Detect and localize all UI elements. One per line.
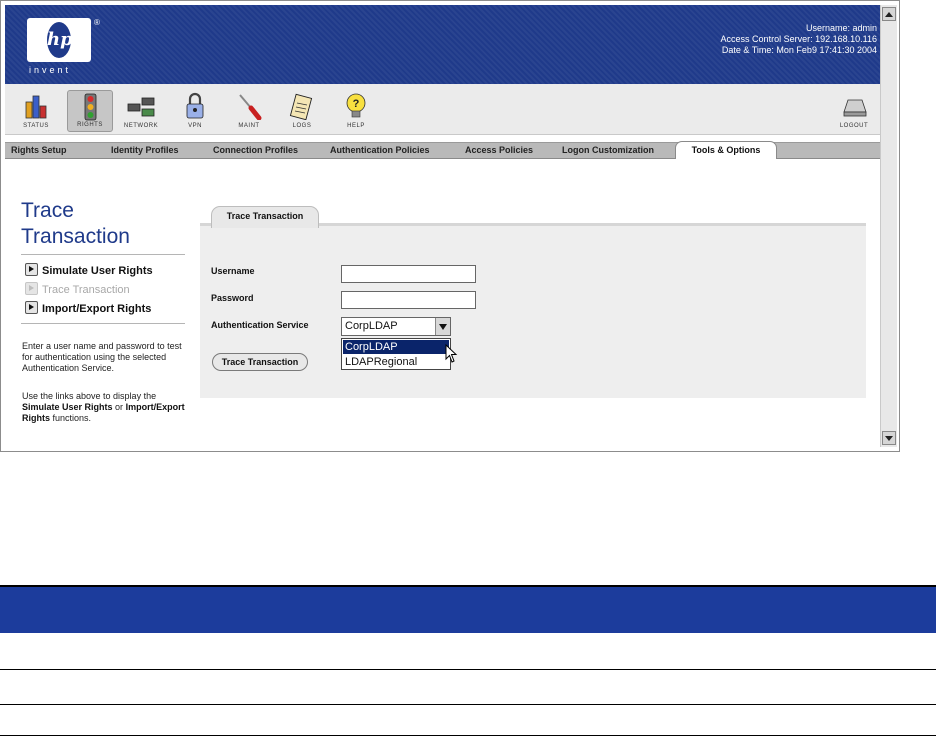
network-icon	[127, 97, 155, 117]
svg-text:?: ?	[353, 98, 360, 110]
section-nav: Rights Setup Identity Profiles Connectio…	[5, 141, 880, 159]
server-line: Access Control Server: 192.168.10.116	[720, 34, 877, 44]
username-line: Username: admin	[805, 23, 877, 33]
toolbar-rights-button[interactable]: RIGHTS	[67, 90, 113, 132]
datetime-value: Mon Feb9 17:41:30 2004	[776, 45, 877, 55]
auth-service-selected-value: CorpLDAP	[345, 320, 398, 332]
toolbar-help-label: HELP	[347, 123, 365, 129]
scroll-up-arrow-icon[interactable]	[882, 7, 896, 21]
lightbulb-help-icon: ?	[346, 93, 366, 118]
table-row-divider	[0, 704, 936, 705]
password-input[interactable]	[341, 291, 476, 309]
mouse-pointer-icon	[445, 344, 458, 363]
nav-tab-authentication-policies[interactable]: Authentication Policies	[330, 143, 430, 158]
auth-option-corpldap[interactable]: CorpLDAP	[343, 340, 449, 354]
server-value: 192.168.10.116	[815, 34, 877, 44]
sidebar-link-trace-transaction: Trace Transaction	[25, 282, 130, 296]
toolbar-maint-label: MAINT	[238, 123, 260, 129]
auth-service-select[interactable]: CorpLDAP	[341, 317, 451, 336]
browser-frame: hp ® invent Username: admin Access Contr…	[0, 0, 900, 452]
nav-tab-access-policies[interactable]: Access Policies	[465, 143, 533, 158]
scroll-down-arrow-icon[interactable]	[882, 431, 896, 445]
sidebar-description: Enter a user name and password to test f…	[22, 341, 182, 373]
datetime-line: Date & Time: Mon Feb9 17:41:30 2004	[721, 45, 877, 55]
toolbar-logout-button[interactable]: LOGOUT	[831, 90, 877, 132]
hp-logo: hp	[27, 18, 91, 62]
username-input[interactable]	[341, 265, 476, 283]
toolbar-logout-label: LOGOUT	[839, 123, 869, 129]
help-link-simulate: Simulate User Rights	[22, 402, 113, 412]
nav-tab-logon-customization[interactable]: Logon Customization	[562, 143, 654, 158]
toolbar-logs-label: LOGS	[292, 123, 312, 129]
sidebar-divider-bottom	[21, 323, 185, 324]
registered-mark: ®	[94, 18, 100, 27]
traffic-light-icon	[84, 93, 97, 121]
padlock-icon	[186, 92, 204, 119]
sidebar-link-simulate-user-rights[interactable]: Simulate User Rights	[25, 263, 153, 277]
auth-service-label: Authentication Service	[211, 320, 309, 330]
arrow-right-icon	[25, 282, 38, 295]
main-toolbar: STATUS RIGHTS NETWORK VPN MAINT LOGS ? H…	[5, 84, 880, 135]
nav-tab-connection-profiles[interactable]: Connection Profiles	[213, 143, 298, 158]
toolbar-vpn-label: VPN	[188, 123, 202, 129]
logo-tagline: invent	[29, 65, 72, 75]
nav-tab-rights-setup[interactable]: Rights Setup	[11, 143, 67, 158]
trace-transaction-button[interactable]: Trace Transaction	[212, 353, 308, 371]
username-label: Username	[211, 266, 255, 276]
sidebar-help-text: Use the links above to display the Simul…	[22, 391, 185, 423]
username-value: admin	[852, 23, 877, 33]
auth-option-ldapregional[interactable]: LDAPRegional	[343, 355, 449, 369]
table-header-bar	[0, 585, 936, 633]
trace-form-panel	[200, 223, 866, 398]
auth-service-dropdown: CorpLDAP LDAPRegional	[341, 338, 451, 370]
password-label: Password	[211, 293, 254, 303]
panel-tab-trace-transaction: Trace Transaction	[211, 206, 319, 228]
nav-tab-identity-profiles[interactable]: Identity Profiles	[111, 143, 179, 158]
toolbar-status-label: STATUS	[23, 123, 49, 129]
vertical-scrollbar[interactable]	[880, 5, 897, 447]
toolbar-network-label: NETWORK	[123, 123, 159, 129]
toolbar-vpn-button[interactable]: VPN	[172, 90, 218, 132]
nav-tab-tools-options[interactable]: Tools & Options	[675, 141, 777, 159]
page-title: Trace Transaction	[21, 199, 130, 248]
toolbar-maint-button[interactable]: MAINT	[226, 90, 272, 132]
clipboard-icon	[289, 93, 313, 120]
status-chart-icon	[25, 95, 47, 119]
toolbar-network-button[interactable]: NETWORK	[118, 90, 164, 132]
arrow-right-icon	[25, 301, 38, 314]
toolbar-rights-label: RIGHTS	[77, 122, 103, 128]
arrow-right-icon	[25, 263, 38, 276]
toolbar-status-button[interactable]: STATUS	[13, 90, 59, 132]
sidebar-divider-top	[21, 254, 185, 255]
toolbar-logs-button[interactable]: LOGS	[279, 90, 325, 132]
toolbar-help-button[interactable]: ? HELP	[333, 90, 379, 132]
screwdriver-icon	[239, 94, 262, 120]
logout-keyboard-icon	[843, 99, 867, 117]
table-row-divider	[0, 669, 936, 670]
chevron-down-icon[interactable]	[435, 318, 450, 335]
header-banner: hp ® invent Username: admin Access Contr…	[5, 5, 880, 84]
session-info: Username: admin Access Control Server: 1…	[721, 23, 877, 56]
sidebar-link-import-export-rights[interactable]: Import/Export Rights	[25, 301, 151, 315]
hp-logo-text: hp	[47, 22, 73, 58]
